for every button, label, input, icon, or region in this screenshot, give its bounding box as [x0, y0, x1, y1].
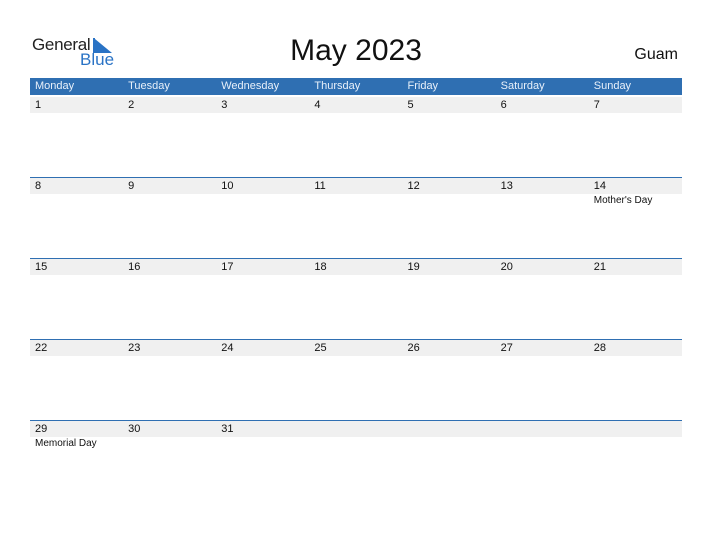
holiday-label: [403, 113, 496, 114]
day-number: [403, 421, 496, 437]
week-events: Memorial Day: [30, 437, 682, 449]
day-number: 27: [500, 342, 513, 354]
week-row: 22 23 24 25 26 27 28: [30, 339, 682, 420]
holiday-label: [309, 437, 402, 449]
week-dates: 29 30 31: [30, 420, 682, 437]
holiday-label: [589, 113, 682, 114]
calendar-grid: Monday Tuesday Wednesday Thursday Friday…: [30, 78, 682, 449]
week-row: 8 9 10 11 12 13 14 Mother's Day: [30, 177, 682, 258]
holiday-label: Mother's Day: [593, 195, 653, 206]
holiday-label: [403, 437, 496, 449]
day-number: 20: [500, 261, 513, 273]
holiday-label: [496, 113, 589, 114]
holiday-label: [216, 113, 309, 114]
holiday-label: [216, 194, 309, 206]
holiday-label: [496, 437, 589, 449]
day-number: 19: [407, 261, 420, 273]
day-number: 29: [35, 423, 48, 435]
holiday-label: [589, 437, 682, 449]
holiday-label: [123, 194, 216, 206]
holiday-label: [496, 356, 589, 357]
weekday-wednesday: Wednesday: [221, 80, 280, 92]
holiday-label: [216, 356, 309, 357]
holiday-label: [309, 275, 402, 276]
weekday-monday: Monday: [35, 80, 75, 92]
week-events: [30, 113, 682, 114]
calendar-title: May 2023: [290, 34, 422, 67]
day-number: 3: [221, 99, 228, 111]
weekday-friday: Friday: [407, 80, 439, 92]
day-number: 18: [314, 261, 327, 273]
holiday-label: [123, 437, 216, 449]
day-number: 8: [35, 180, 42, 192]
day-number: 14: [593, 180, 606, 192]
holiday-label: [30, 194, 123, 206]
week-row: 1 2 3 4 5 6 7: [30, 97, 682, 178]
holiday-label: [403, 356, 496, 357]
holiday-label: [309, 194, 402, 206]
week-row: 15 16 17 18 19 20 21: [30, 258, 682, 339]
day-number: 25: [314, 342, 327, 354]
holiday-label: [309, 113, 402, 114]
weekday-tuesday: Tuesday: [128, 80, 170, 92]
country-label: Guam: [634, 46, 678, 63]
week-dates: 15 16 17 18 19 20 21: [30, 258, 682, 275]
week-events: Mother's Day: [30, 194, 682, 206]
day-number: 23: [128, 342, 141, 354]
holiday-label: [216, 275, 309, 276]
holiday-label: [403, 194, 496, 206]
week-dates: 8 9 10 11 12 13 14: [30, 177, 682, 194]
day-number: 12: [407, 180, 420, 192]
day-number: 6: [500, 99, 507, 111]
day-number: [496, 421, 589, 437]
holiday-label: [496, 275, 589, 276]
weekday-thursday: Thursday: [314, 80, 361, 92]
holiday-label: [123, 113, 216, 114]
day-number: 31: [221, 423, 234, 435]
day-number: 22: [35, 342, 48, 354]
day-number: [589, 421, 682, 437]
day-number: 10: [221, 180, 234, 192]
day-number: 9: [128, 180, 135, 192]
holiday-label: [216, 437, 309, 449]
holiday-label: [589, 356, 682, 357]
day-number: 21: [593, 261, 606, 273]
holiday-label: Memorial Day: [35, 438, 97, 449]
weekday-saturday: Saturday: [500, 80, 545, 92]
day-number: 13: [500, 180, 513, 192]
day-number: 26: [407, 342, 420, 354]
day-number: 1: [35, 99, 42, 111]
holiday-label: [30, 275, 123, 276]
day-number: 17: [221, 261, 234, 273]
week-dates: 1 2 3 4 5 6 7: [30, 97, 682, 113]
day-number: 28: [593, 342, 606, 354]
day-number: 7: [593, 99, 600, 111]
holiday-label: [496, 194, 589, 206]
holiday-label: [309, 356, 402, 357]
day-number: 16: [128, 261, 141, 273]
day-number: 24: [221, 342, 234, 354]
week-events: [30, 275, 682, 276]
holiday-label: [123, 275, 216, 276]
weekday-sunday: Sunday: [593, 80, 632, 92]
holiday-label: [403, 275, 496, 276]
day-number: 30: [128, 423, 141, 435]
day-number: 2: [128, 99, 135, 111]
week-events: [30, 356, 682, 357]
day-number: 5: [407, 99, 414, 111]
week-dates: 22 23 24 25 26 27 28: [30, 339, 682, 356]
holiday-label: [123, 356, 216, 357]
holiday-label: [30, 113, 123, 114]
week-row: 29 30 31 Memorial Day: [30, 420, 682, 501]
day-number: 4: [314, 99, 321, 111]
holiday-label: [589, 275, 682, 276]
weekday-header: Monday Tuesday Wednesday Thursday Friday…: [30, 78, 682, 95]
holiday-label: [30, 356, 123, 357]
day-number: [309, 421, 402, 437]
day-number: 11: [314, 180, 326, 192]
day-number: 15: [35, 261, 48, 273]
